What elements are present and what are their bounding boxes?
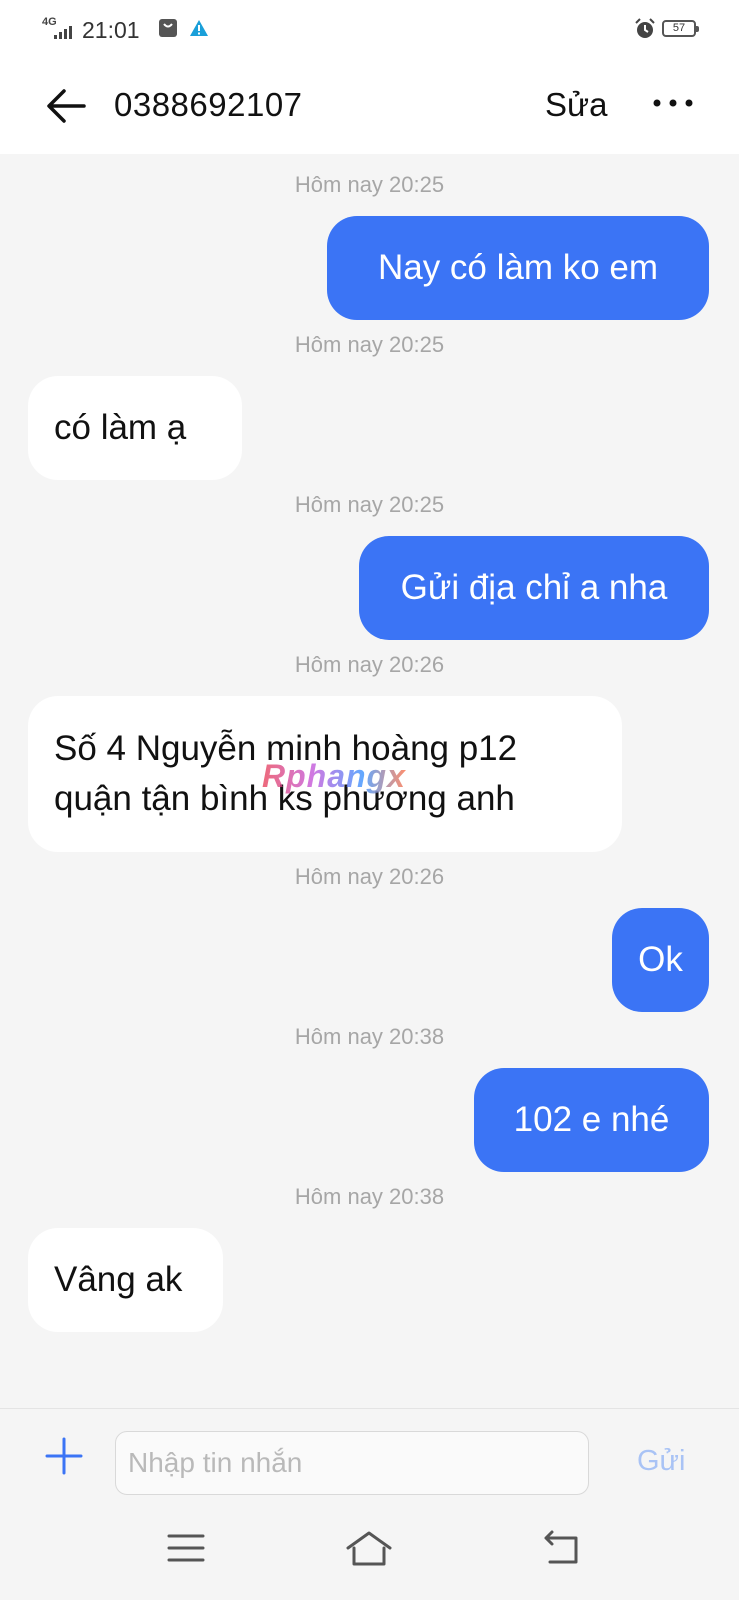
home-icon[interactable]	[344, 1528, 394, 1568]
message-timestamp: Hôm nay 20:25	[294, 172, 445, 197]
status-time: 21:01	[82, 17, 140, 43]
message-text: 102 e nhé	[513, 1100, 670, 1139]
message-timestamp: Hôm nay 20:25	[294, 332, 445, 357]
sent-message-bubble[interactable]: Ok	[612, 908, 709, 1012]
warning-icon	[190, 20, 208, 36]
alarm-icon	[635, 18, 655, 38]
messaging-screen: 4G 21:01 57 0388692107 Sửa Hôm nay 20:25…	[0, 0, 739, 1600]
status-bar: 4G 21:01 57	[0, 0, 739, 58]
received-message-bubble[interactable]: Vâng ak	[28, 1228, 223, 1332]
send-button[interactable]: Gửi	[637, 1445, 685, 1478]
message-timestamp: Hôm nay 20:26	[294, 652, 445, 677]
message-timestamp: Hôm nay 20:38	[294, 1024, 445, 1049]
sent-message-bubble[interactable]: Nay có làm ko em	[327, 216, 709, 320]
message-text: Ok	[638, 940, 683, 979]
message-list: Hôm nay 20:25 Nay có làm ko em Hôm nay 2…	[0, 154, 739, 1408]
add-icon[interactable]	[45, 1437, 83, 1475]
sent-message-bubble[interactable]: 102 e nhé	[474, 1068, 709, 1172]
back-arrow-icon[interactable]	[46, 88, 86, 124]
contact-title: 0388692107	[114, 86, 303, 123]
sent-message-bubble[interactable]: Gửi địa chỉ a nha	[359, 536, 709, 640]
message-timestamp: Hôm nay 20:25	[294, 492, 445, 517]
message-timestamp: Hôm nay 20:38	[294, 1184, 445, 1209]
message-timestamp: Hôm nay 20:26	[294, 864, 445, 889]
watermark-logo: Rphangx	[262, 758, 406, 794]
conversation-header: 0388692107 Sửa	[0, 58, 739, 154]
message-text: có làm ạ	[54, 408, 187, 447]
message-text: Nay có làm ko em	[377, 248, 659, 287]
notification-bag-icon	[159, 19, 177, 37]
system-nav-bar	[0, 1506, 739, 1600]
signal-icon	[54, 26, 72, 39]
compose-bar: Gửi	[0, 1408, 739, 1506]
message-text: Vâng ak	[54, 1260, 183, 1299]
message-input[interactable]	[115, 1431, 589, 1495]
more-icon[interactable]	[652, 96, 694, 110]
battery-icon: 57	[662, 20, 699, 37]
message-text: Gửi địa chỉ a nha	[400, 568, 668, 607]
edit-button[interactable]: Sửa	[545, 86, 607, 124]
received-message-bubble[interactable]: có làm ạ	[28, 376, 242, 480]
menu-icon[interactable]	[166, 1530, 206, 1566]
back-nav-icon[interactable]	[542, 1528, 582, 1566]
